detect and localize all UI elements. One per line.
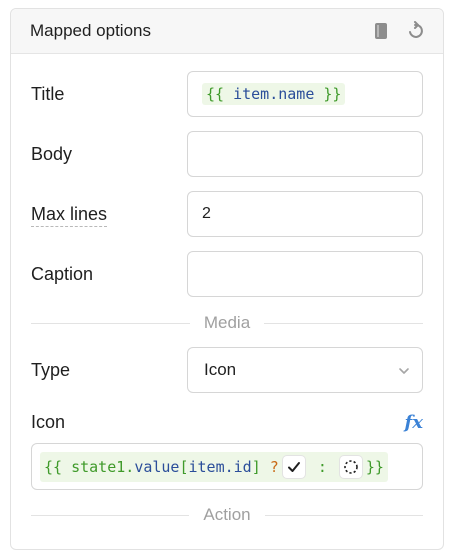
divider-line <box>264 514 423 516</box>
panel-header: Mapped options <box>11 9 443 54</box>
expr-state: state1 <box>71 457 126 476</box>
media-divider: Media <box>31 313 423 333</box>
type-row: Type Icon <box>31 347 423 393</box>
icon-expression-input[interactable]: {{ state1. value[item.id] ? : }} <box>31 443 423 490</box>
type-label: Type <box>31 359 71 380</box>
undo-icon[interactable] <box>405 21 425 41</box>
divider-line <box>31 514 190 516</box>
icon-label: Icon <box>31 411 66 432</box>
action-divider: Action <box>31 505 423 525</box>
caption-label: Caption <box>31 263 94 284</box>
expr-open: {{ <box>44 457 72 476</box>
expr-dot: . <box>125 457 135 476</box>
caption-row: Caption <box>31 251 423 297</box>
max-lines-input[interactable]: 2 <box>187 191 423 237</box>
dashed-circle-icon[interactable] <box>339 455 362 478</box>
fx-icon[interactable]: fx <box>405 412 423 433</box>
divider-line <box>31 322 190 324</box>
max-lines-row: Max lines 2 <box>31 191 423 237</box>
title-input[interactable]: {{ item.name }} <box>187 71 423 117</box>
icon-label-row: Icon fx <box>31 409 423 435</box>
title-row: Title {{ item.name }} <box>31 71 423 117</box>
panel-title: Mapped options <box>30 21 151 40</box>
icon-expression-code: {{ state1. value[item.id] ? : }} <box>40 451 388 482</box>
media-section-label: Media <box>203 313 251 332</box>
divider-line <box>264 322 423 324</box>
body-row: Body <box>31 131 423 177</box>
action-section-label: Action <box>203 505 251 524</box>
max-lines-label: Max lines <box>31 203 108 224</box>
title-code-var: item.name <box>233 85 315 103</box>
body-input[interactable] <box>187 131 423 177</box>
title-label: Title <box>31 83 65 104</box>
type-select[interactable]: Icon <box>187 347 423 393</box>
check-icon[interactable] <box>282 455 305 478</box>
title-code-open: {{ <box>206 85 234 103</box>
title-code-close: }} <box>314 85 342 103</box>
expr-question: ? <box>269 457 279 476</box>
type-selected-value: Icon <box>204 360 237 379</box>
caption-input[interactable] <box>187 251 423 297</box>
expr-close: }} <box>365 457 384 476</box>
mapped-options-panel: Mapped options Title {{ item.name }} Bod… <box>10 8 444 550</box>
expr-lbracket: [ <box>179 457 189 476</box>
body-label: Body <box>31 143 73 164</box>
expr-item: item.id <box>188 457 252 476</box>
chevron-down-icon <box>398 360 410 380</box>
expr-colon: : <box>308 457 336 476</box>
header-actions <box>371 21 425 41</box>
book-icon[interactable] <box>371 21 391 41</box>
title-code-chip: {{ item.name }} <box>202 83 346 105</box>
expr-value: value <box>134 457 180 476</box>
expr-rbracket: ] <box>251 457 270 476</box>
